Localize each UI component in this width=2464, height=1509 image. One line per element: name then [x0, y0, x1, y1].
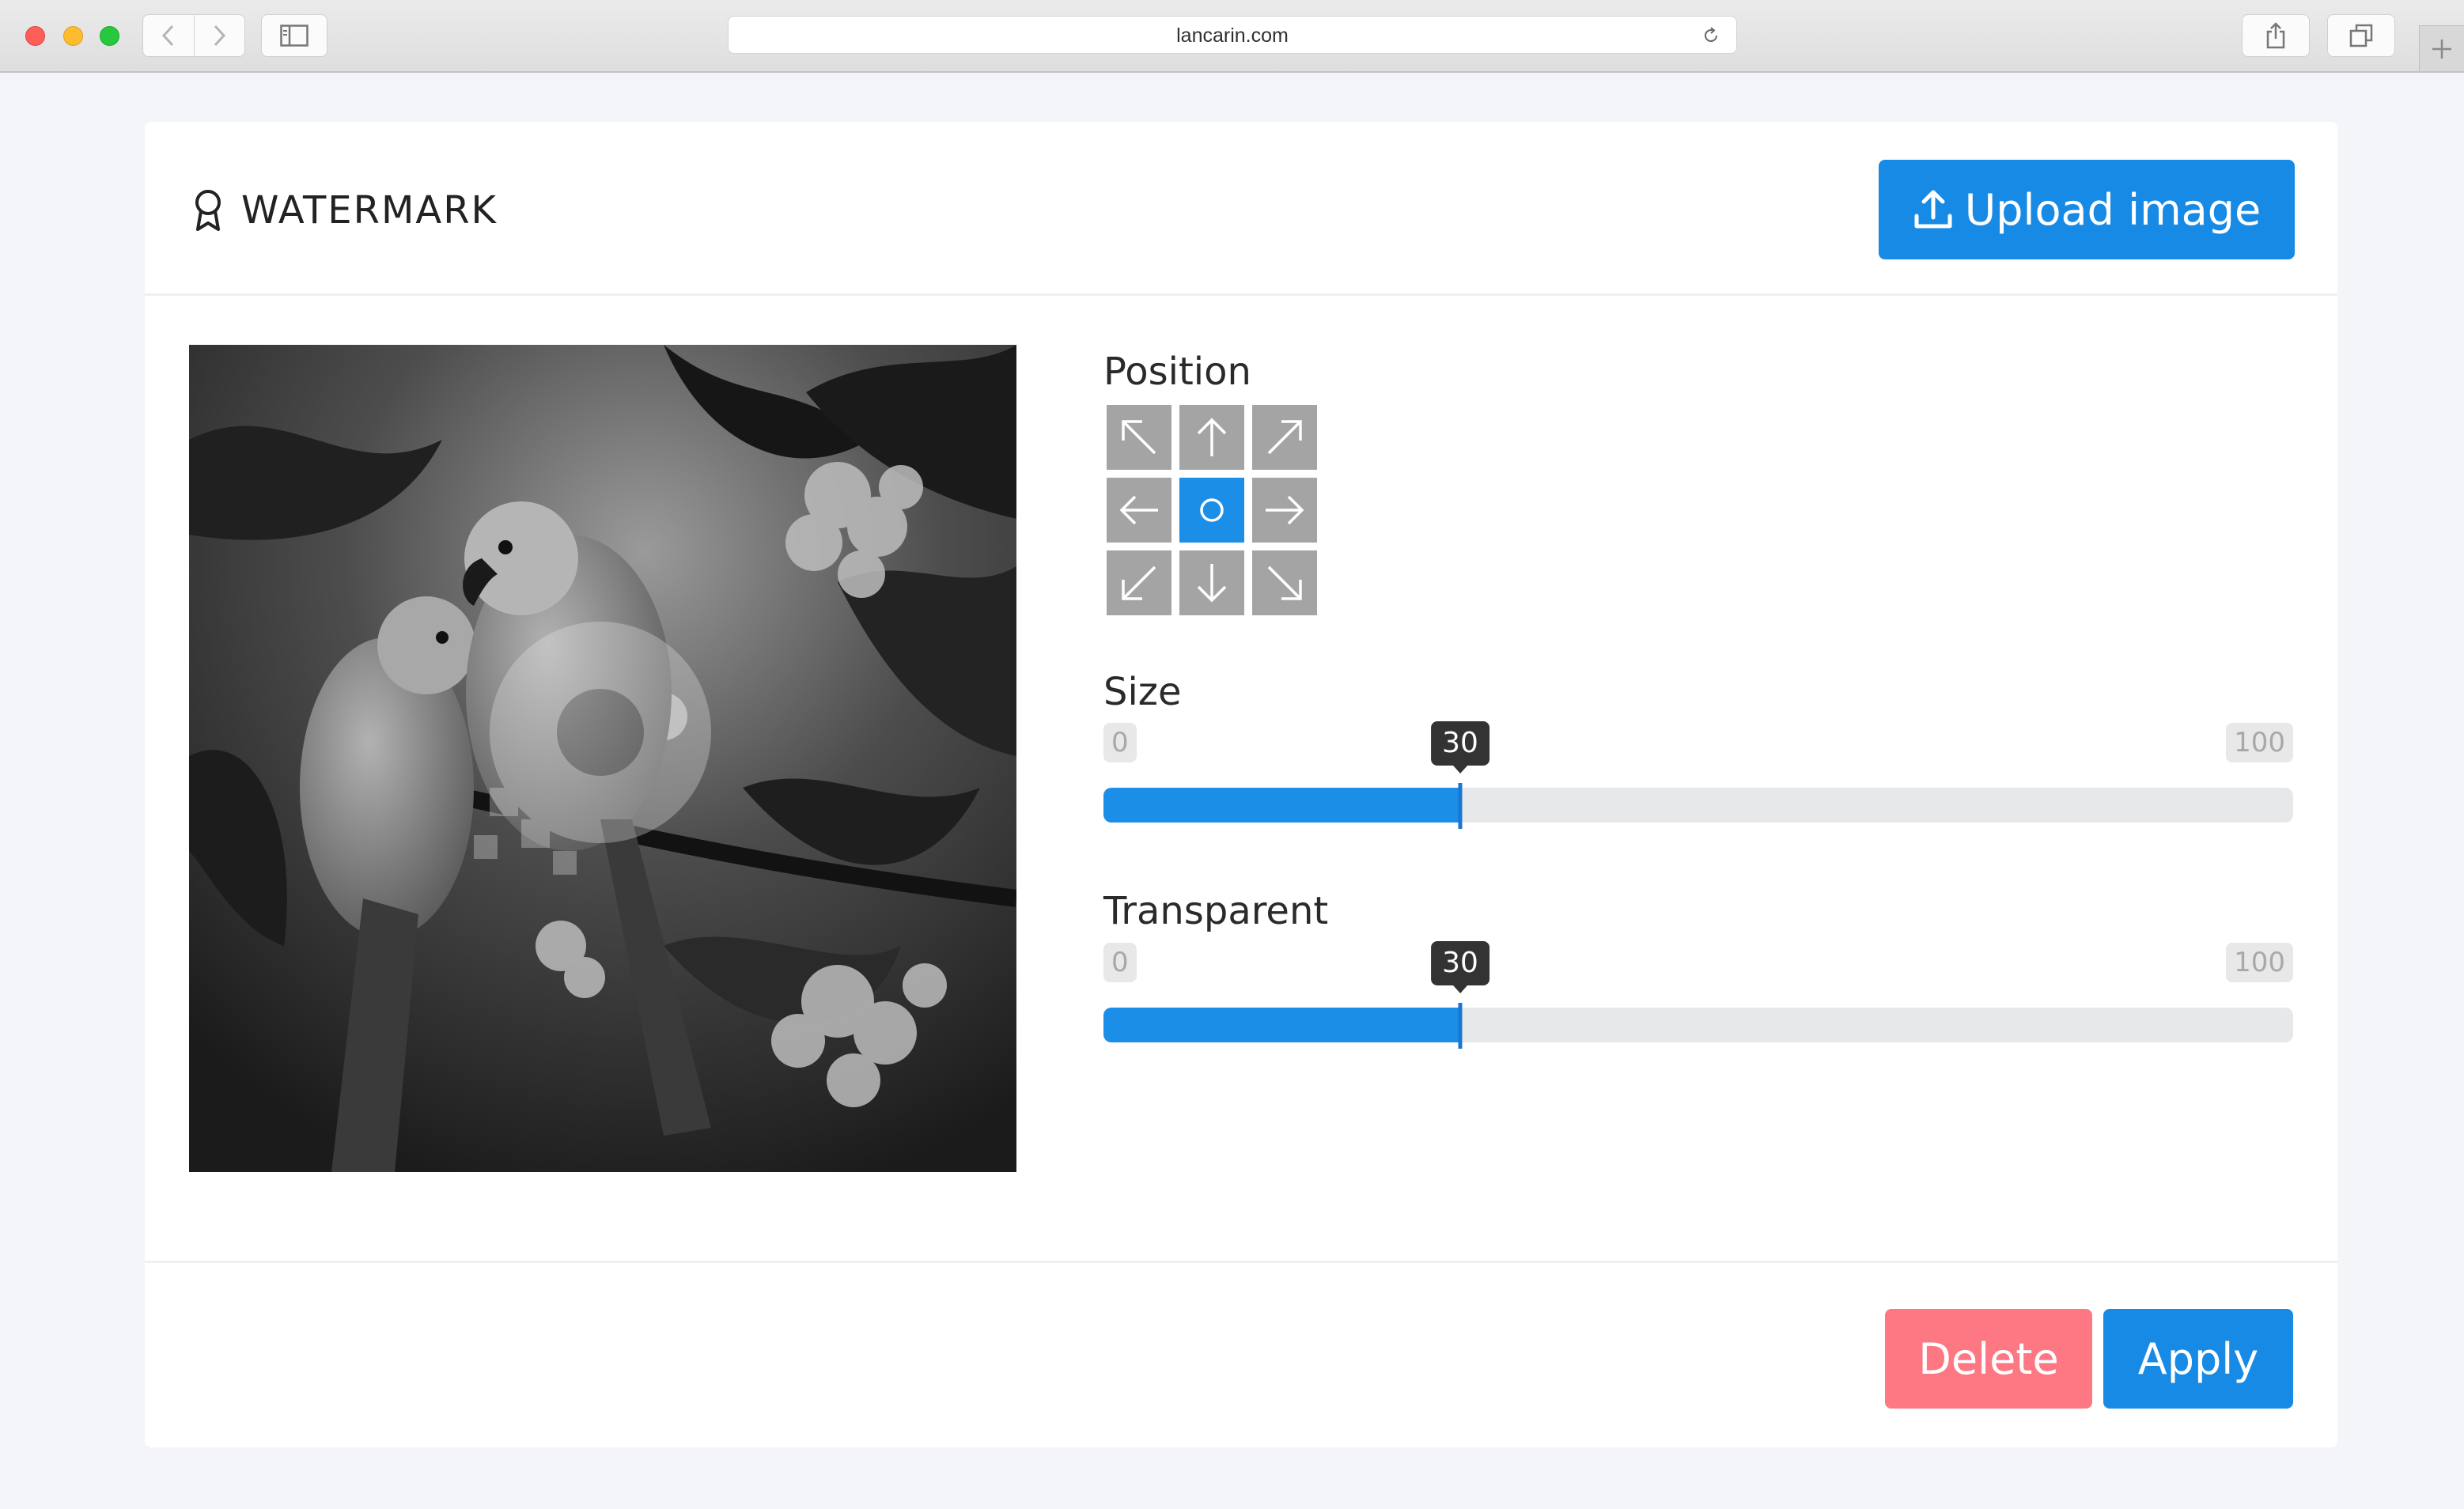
arrow-down-right-icon — [1267, 565, 1302, 600]
size-slider-handle[interactable] — [1458, 783, 1463, 829]
position-bottom-button[interactable] — [1179, 550, 1244, 615]
position-top-left-button[interactable] — [1107, 405, 1171, 470]
delete-button[interactable]: Delete — [1885, 1309, 2092, 1409]
apply-button[interactable]: Apply — [2103, 1309, 2293, 1409]
size-max-label: 100 — [2226, 723, 2293, 762]
plus-icon — [2432, 39, 2451, 59]
history-navigation — [142, 14, 245, 57]
watermark-card: WATERMARK Upload image Position Size 0 1… — [145, 122, 2337, 1447]
position-grid — [1107, 405, 1320, 618]
size-label: Size — [1103, 670, 1182, 714]
position-bottom-left-button[interactable] — [1107, 550, 1171, 615]
position-right-button[interactable] — [1252, 478, 1317, 543]
arrow-left-icon — [1119, 495, 1158, 525]
page-title: WATERMARK — [241, 188, 498, 233]
url-text: lancarin.com — [1176, 25, 1289, 47]
new-tab-button[interactable] — [2419, 25, 2464, 71]
forward-button[interactable] — [195, 14, 245, 57]
preview-photo — [189, 345, 1016, 1172]
sidebar-toggle-button[interactable] — [261, 14, 327, 57]
transparent-slider-track[interactable] — [1103, 1008, 2293, 1042]
transparent-value-bubble: 30 — [1431, 941, 1489, 993]
arrow-up-right-icon — [1267, 420, 1302, 455]
size-value-bubble: 30 — [1431, 721, 1489, 773]
position-top-button[interactable] — [1179, 405, 1244, 470]
transparent-slider-handle[interactable] — [1458, 1003, 1463, 1049]
circle-icon — [1200, 498, 1224, 522]
size-slider-track[interactable] — [1103, 788, 2293, 823]
title-group: WATERMARK — [191, 187, 498, 234]
chevron-right-icon — [214, 25, 226, 47]
tab-overview-button[interactable] — [2327, 14, 2395, 57]
browser-toolbar: lancarin.com — [0, 0, 2464, 73]
share-button[interactable] — [2242, 14, 2310, 57]
tabs-icon — [2349, 24, 2373, 47]
position-center-button[interactable] — [1179, 478, 1244, 543]
upload-icon — [1914, 190, 1952, 229]
position-label: Position — [1103, 350, 1251, 394]
upload-image-label: Upload image — [1964, 184, 2262, 235]
arrow-up-left-icon — [1122, 420, 1156, 455]
reload-icon[interactable] — [1701, 26, 1720, 45]
transparent-label: Transparent — [1103, 889, 1329, 933]
close-window-button[interactable] — [25, 26, 45, 46]
position-bottom-right-button[interactable] — [1252, 550, 1317, 615]
upload-image-button[interactable]: Upload image — [1879, 160, 2295, 259]
transparent-min-label: 0 — [1103, 943, 1137, 982]
arrow-down-left-icon — [1122, 565, 1156, 600]
transparent-slider-fill — [1103, 1008, 1460, 1042]
size-slider[interactable]: 0 100 30 — [1103, 721, 2293, 841]
minimize-window-button[interactable] — [63, 26, 83, 46]
arrow-down-icon — [1197, 564, 1227, 603]
address-bar[interactable]: lancarin.com — [728, 16, 1737, 54]
transparent-slider[interactable]: 0 100 30 — [1103, 941, 2293, 1061]
position-left-button[interactable] — [1107, 478, 1171, 543]
card-footer: Delete Apply — [145, 1261, 2337, 1447]
transparent-max-label: 100 — [2226, 943, 2293, 982]
arrow-right-icon — [1266, 495, 1304, 525]
zoom-window-button[interactable] — [100, 26, 119, 46]
back-button[interactable] — [143, 14, 194, 57]
share-icon — [2266, 22, 2285, 49]
size-min-label: 0 — [1103, 723, 1137, 762]
arrow-up-icon — [1197, 418, 1227, 456]
watermark-preview-image — [189, 345, 1016, 1172]
chevron-left-icon — [161, 25, 173, 47]
position-top-right-button[interactable] — [1252, 405, 1317, 470]
card-header: WATERMARK Upload image — [145, 122, 2337, 296]
size-slider-fill — [1103, 788, 1460, 823]
award-icon — [195, 190, 221, 231]
sidebar-icon — [280, 25, 308, 47]
